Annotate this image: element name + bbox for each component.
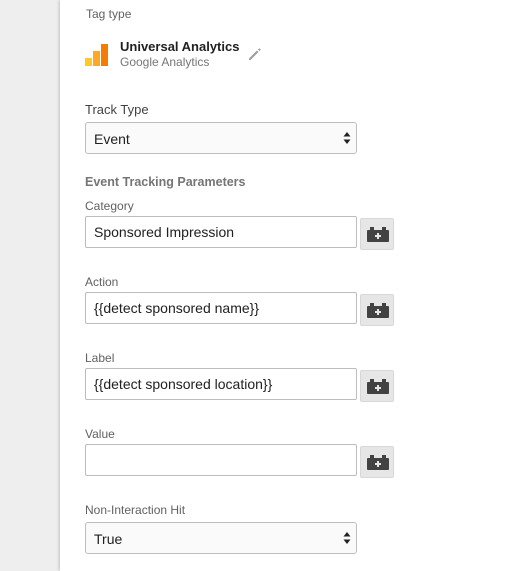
label-field-label: Label (85, 351, 115, 365)
add-variable-brick-icon (367, 303, 389, 318)
pencil-icon[interactable] (246, 45, 264, 63)
track-type-select[interactable]: Event (85, 122, 357, 154)
event-tracking-heading: Event Tracking Parameters (85, 175, 246, 189)
add-variable-brick-icon (367, 379, 389, 394)
google-analytics-logo-icon (85, 44, 109, 66)
value-input[interactable] (85, 444, 357, 476)
non-interaction-select[interactable]: True (85, 522, 357, 554)
label-variable-button[interactable] (360, 370, 394, 402)
tag-provider: Google Analytics (120, 55, 210, 69)
tag-name: Universal Analytics (120, 39, 240, 54)
non-interaction-label: Non-Interaction Hit (85, 503, 186, 517)
tag-config-panel (60, 0, 518, 571)
action-input[interactable] (85, 292, 357, 324)
label-input[interactable] (85, 368, 357, 400)
background-gutter (0, 0, 60, 571)
tag-type-label: Tag type (86, 7, 132, 21)
category-input[interactable] (85, 216, 357, 248)
track-type-selected-value: Event (94, 131, 130, 147)
track-type-label: Track Type (85, 102, 149, 117)
select-arrows-icon (342, 530, 352, 546)
action-label: Action (85, 275, 119, 289)
non-interaction-selected-value: True (94, 531, 123, 547)
value-variable-button[interactable] (360, 446, 394, 478)
category-variable-button[interactable] (360, 218, 394, 250)
category-label: Category (85, 199, 134, 213)
add-variable-brick-icon (367, 455, 389, 470)
action-variable-button[interactable] (360, 294, 394, 326)
value-label: Value (85, 427, 115, 441)
add-variable-brick-icon (367, 227, 389, 242)
select-arrows-icon (342, 130, 352, 146)
